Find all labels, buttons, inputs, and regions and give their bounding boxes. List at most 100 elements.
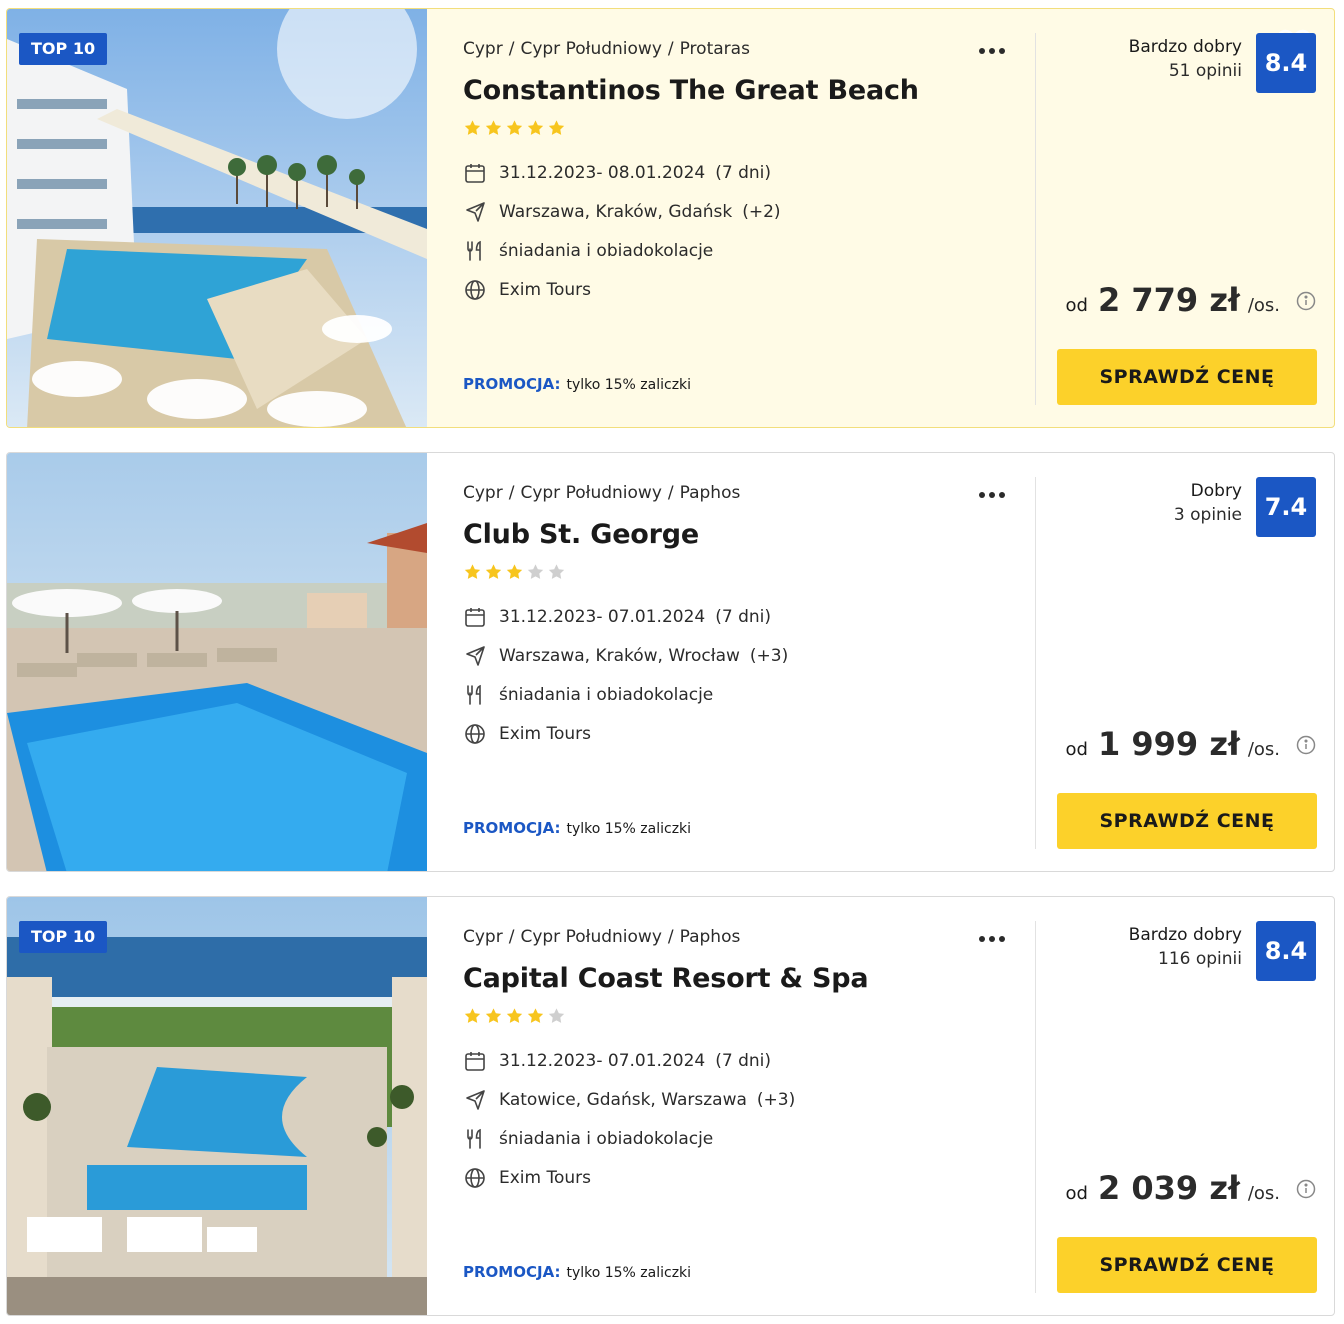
more-options-icon[interactable]	[979, 39, 1011, 59]
tour-operator: Exim Tours	[463, 1165, 591, 1191]
reviews-count[interactable]: 116 opinii	[1129, 949, 1242, 969]
reviews-count[interactable]: 51 opinii	[1129, 61, 1242, 81]
breadcrumb-item[interactable]: Cypr Południowy	[520, 483, 661, 503]
rating[interactable]: Bardzo dobry 116 opinii 8.4	[1129, 921, 1316, 981]
price-suffix: /os.	[1247, 295, 1280, 316]
star-icon	[506, 120, 523, 135]
globe-icon	[463, 722, 487, 746]
breadcrumb-item[interactable]: Paphos	[680, 927, 741, 947]
departures: Katowice, Gdańsk, Warszawa (+3)	[463, 1087, 795, 1113]
departures-text: Warszawa, Kraków, Wrocław	[499, 646, 740, 666]
check-price-button[interactable]: SPRAWDŹ CENĘ	[1057, 793, 1317, 849]
more-options-icon[interactable]	[979, 927, 1011, 947]
globe-icon	[463, 278, 487, 302]
cutlery-icon	[463, 239, 487, 263]
check-price-button[interactable]: SPRAWDŹ CENĘ	[1057, 349, 1317, 405]
reviews-count[interactable]: 3 opinie	[1174, 505, 1242, 525]
offer-card[interactable]: TOP 10 Cypr / Cypr Południowy / Protaras Con…	[6, 8, 1335, 428]
breadcrumb-item[interactable]: Protaras	[680, 39, 750, 59]
trip-dates: 31.12.2023- 07.01.2024 (7 dni)	[463, 1048, 771, 1074]
hotel-name[interactable]: Club St. George	[463, 519, 699, 550]
hotel-photo[interactable]	[7, 453, 427, 871]
breadcrumb-separator: /	[508, 39, 515, 59]
calendar-icon	[463, 161, 487, 185]
info-icon[interactable]	[1296, 291, 1316, 311]
offer-info: Cypr / Cypr Południowy / Protaras Constantin…	[463, 9, 1033, 427]
star-icon	[548, 564, 565, 579]
operator-text: Exim Tours	[499, 280, 592, 300]
price-amount: 2 039 zł	[1097, 1169, 1240, 1207]
duration-text: (7 dni)	[715, 163, 771, 183]
hotel-name[interactable]: Capital Coast Resort & Spa	[463, 963, 869, 994]
breadcrumb-item[interactable]: Cypr	[463, 927, 503, 947]
departures-text: Warszawa, Kraków, Gdańsk	[499, 202, 733, 222]
plane-icon	[463, 1088, 487, 1112]
departures-more[interactable]: (+3)	[757, 1090, 795, 1110]
breadcrumb-separator: /	[508, 483, 515, 503]
promo-text: tylko 15% zaliczki	[566, 377, 692, 393]
breadcrumb-item[interactable]: Cypr Południowy	[520, 927, 661, 947]
departures-more[interactable]: (+2)	[742, 202, 780, 222]
departures: Warszawa, Kraków, Gdańsk (+2)	[463, 199, 781, 225]
calendar-icon	[463, 1049, 487, 1073]
trip-dates: 31.12.2023- 08.01.2024 (7 dni)	[463, 160, 771, 186]
info-icon[interactable]	[1296, 1179, 1316, 1199]
hotel-photo[interactable]	[7, 897, 427, 1315]
promo: PROMOCJA: tylko 15% zaliczki	[463, 375, 691, 393]
offer-info: Cypr / Cypr Południowy / Paphos Club St. Geo…	[463, 453, 1033, 871]
departures: Warszawa, Kraków, Wrocław (+3)	[463, 643, 788, 669]
top-badge: TOP 10	[19, 33, 108, 65]
duration-text: (7 dni)	[715, 607, 771, 627]
calendar-icon	[463, 605, 487, 629]
price-suffix: /os.	[1247, 1183, 1280, 1204]
rating[interactable]: Bardzo dobry 51 opinii 8.4	[1129, 33, 1316, 93]
board-text: śniadania i obiadokolacje	[499, 685, 714, 705]
breadcrumb: Cypr / Cypr Południowy / Paphos	[463, 483, 740, 503]
price-suffix: /os.	[1247, 739, 1280, 760]
offer-card[interactable]: TOP 10 Cypr / Cypr Południowy / Paphos Capit…	[6, 896, 1335, 1316]
rating-score: 7.4	[1256, 477, 1316, 537]
cutlery-icon	[463, 1127, 487, 1151]
hotel-name[interactable]: Constantinos The Great Beach	[463, 75, 919, 106]
price-amount: 2 779 zł	[1097, 281, 1240, 319]
price-amount: 1 999 zł	[1097, 725, 1240, 763]
trip-dates: 31.12.2023- 07.01.2024 (7 dni)	[463, 604, 771, 630]
promo-label: PROMOCJA:	[463, 375, 561, 393]
operator-text: Exim Tours	[499, 1168, 592, 1188]
divider	[1035, 921, 1036, 1293]
offer-info: Cypr / Cypr Południowy / Paphos Capital Coas…	[463, 897, 1033, 1315]
promo-label: PROMOCJA:	[463, 1263, 561, 1281]
breadcrumb-separator: /	[667, 483, 674, 503]
star-icon	[485, 1008, 502, 1023]
price-prefix: od	[1065, 1183, 1088, 1204]
promo: PROMOCJA: tylko 15% zaliczki	[463, 819, 691, 837]
more-options-icon[interactable]	[979, 483, 1011, 503]
rating[interactable]: Dobry 3 opinie 7.4	[1174, 477, 1316, 537]
breadcrumb-item[interactable]: Cypr	[463, 483, 503, 503]
departures-more[interactable]: (+3)	[750, 646, 788, 666]
check-price-button[interactable]: SPRAWDŹ CENĘ	[1057, 1237, 1317, 1293]
star-icon	[527, 1008, 544, 1023]
info-icon[interactable]	[1296, 735, 1316, 755]
breadcrumb-item[interactable]: Cypr	[463, 39, 503, 59]
dates-text: 31.12.2023- 07.01.2024	[499, 607, 706, 627]
star-icon	[506, 564, 523, 579]
offer-card[interactable]: Cypr / Cypr Południowy / Paphos Club St. Geo…	[6, 452, 1335, 872]
price: od 2 039 zł /os.	[1066, 1169, 1316, 1209]
rating-score: 8.4	[1256, 921, 1316, 981]
hotel-photo[interactable]	[7, 9, 427, 427]
rating-label: Dobry	[1190, 481, 1242, 501]
duration-text: (7 dni)	[715, 1051, 771, 1071]
board-text: śniadania i obiadokolacje	[499, 241, 714, 261]
rating-label: Bardzo dobry	[1128, 37, 1242, 57]
price-prefix: od	[1065, 739, 1088, 760]
star-icon	[485, 120, 502, 135]
plane-icon	[463, 200, 487, 224]
breadcrumb-item[interactable]: Cypr Południowy	[520, 39, 661, 59]
breadcrumb: Cypr / Cypr Południowy / Paphos	[463, 927, 740, 947]
rating-score: 8.4	[1256, 33, 1316, 93]
cutlery-icon	[463, 683, 487, 707]
price: od 2 779 zł /os.	[1066, 281, 1316, 321]
price-prefix: od	[1065, 295, 1088, 316]
breadcrumb-item[interactable]: Paphos	[680, 483, 741, 503]
